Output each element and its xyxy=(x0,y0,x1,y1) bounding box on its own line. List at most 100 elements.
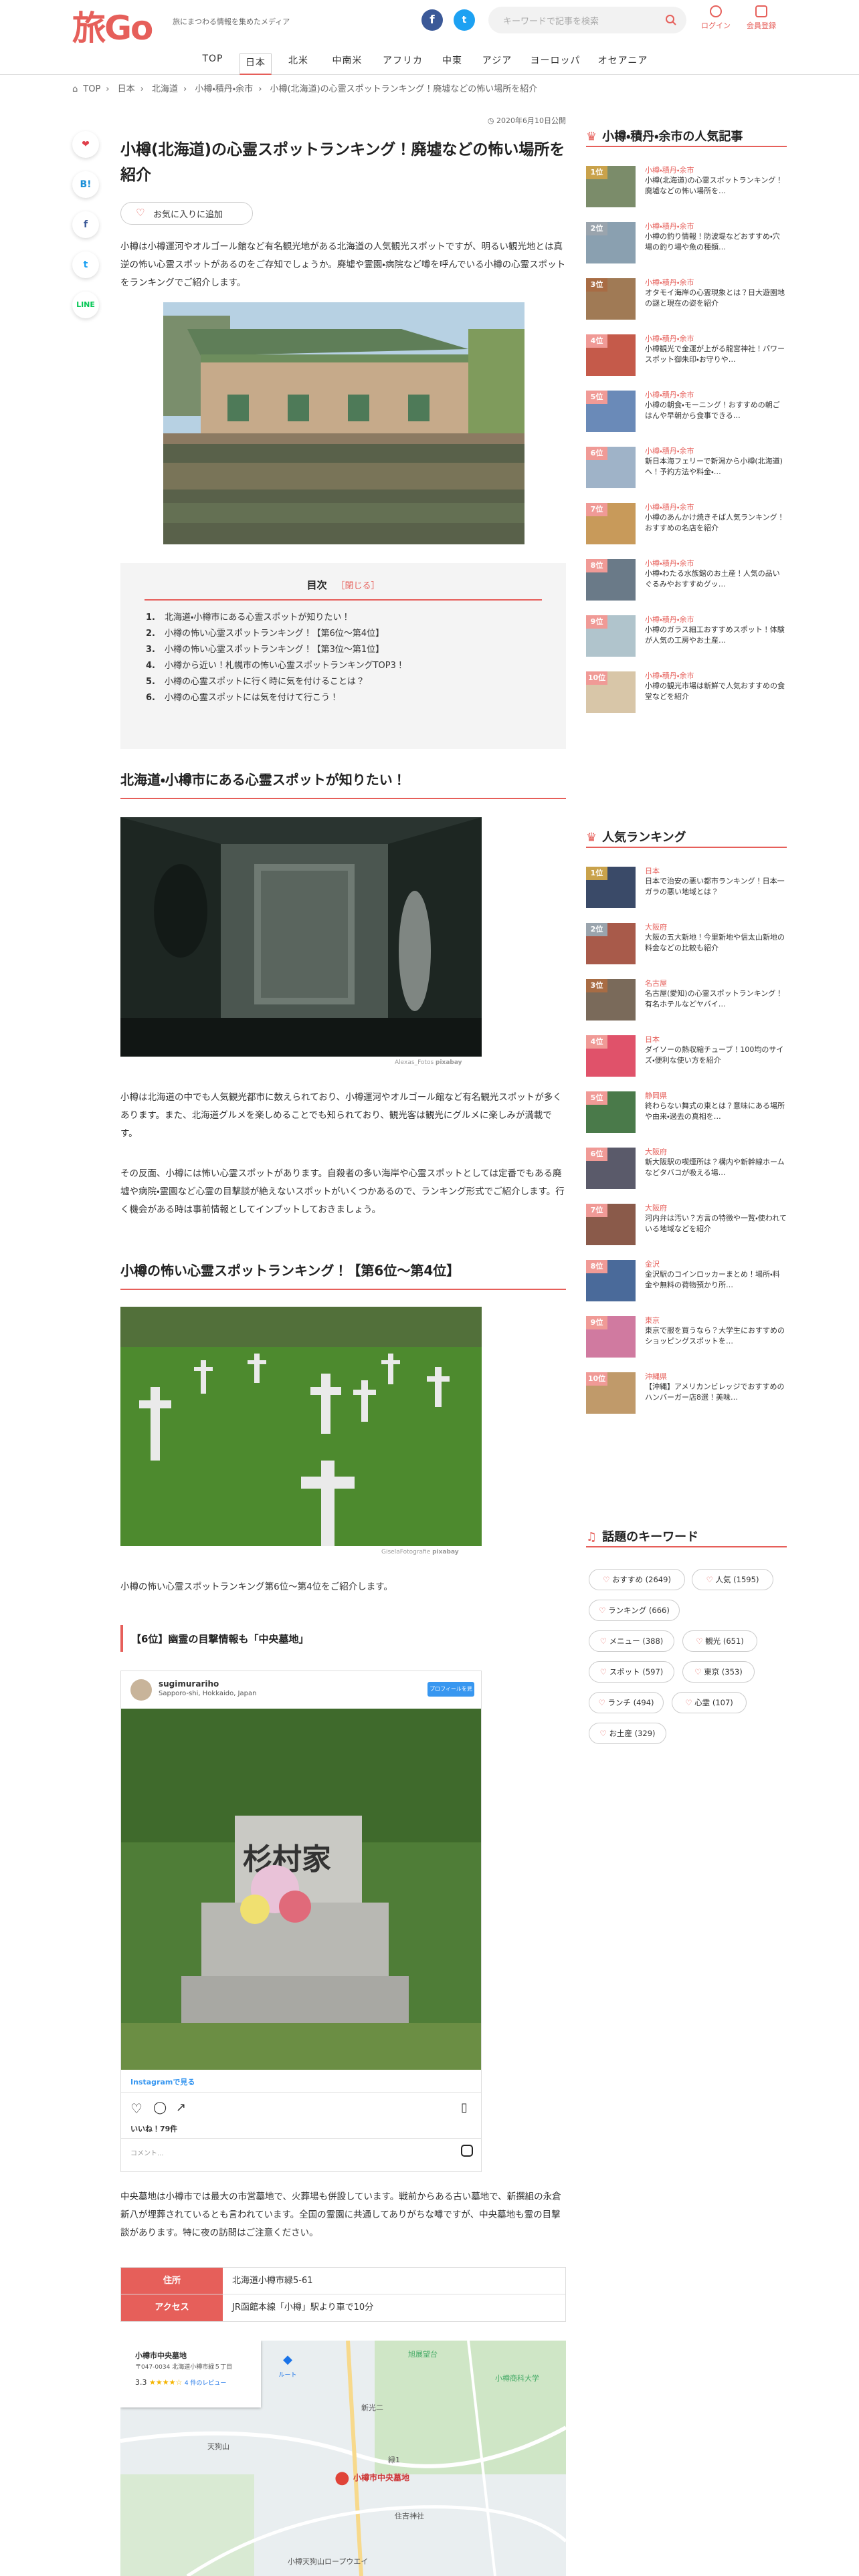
article-category[interactable]: 名古屋 xyxy=(645,978,667,988)
twitter-share-button[interactable]: t xyxy=(72,251,99,278)
article-category[interactable]: 小樽・積丹・余市 xyxy=(645,558,694,568)
sidebar-article-card[interactable]: 2位 大阪府 大阪の五大新地！今里新地や信太山新地の料金などの比較も紹介 xyxy=(586,923,787,964)
sidebar-article-card[interactable]: 3位 名古屋 名古屋(愛知)の心霊スポットランキング！有名ホテルなどヤバイ… xyxy=(586,979,787,1021)
instagram-icon[interactable] xyxy=(461,2145,473,2157)
search-box[interactable]: キーワードで記事を検索 xyxy=(488,7,686,33)
comment-input[interactable]: コメント... xyxy=(130,2147,164,2157)
article-category[interactable]: 小樽・積丹・余市 xyxy=(645,221,694,231)
toc-item[interactable]: 6. 小樽の心霊スポットには気を付けて行こう！ xyxy=(146,690,405,706)
article-title-link[interactable]: 河内弁は汚い？方言の特徴や一覧・使われている地域などを紹介 xyxy=(645,1213,787,1245)
hatena-share-button[interactable]: B! xyxy=(72,171,99,198)
article-title-link[interactable]: 日本で治安の悪い都市ランキング！日本一ガラの悪い地域とは？ xyxy=(645,876,787,908)
sidebar-article-card[interactable]: 6位 小樽・積丹・余市 新日本海フェリーで新潟から小樽(北海道)へ！予約方法や料金・… xyxy=(586,447,787,488)
sidebar-article-card[interactable]: 8位 小樽・積丹・余市 小樽・わたる水族館のお土産！人気の品いぐるみやおすすめグッ… xyxy=(586,559,787,601)
article-category[interactable]: 大阪府 xyxy=(645,1146,667,1157)
line-share-button[interactable]: LINE xyxy=(72,292,99,318)
nav-europe[interactable]: ヨーロッパ xyxy=(526,53,585,75)
article-title-link[interactable]: 小樽観光で金運が上がる龍宮神社！パワースポット御朱印・お守りや… xyxy=(645,344,787,376)
register-button[interactable]: 会員登録 xyxy=(741,5,781,31)
sidebar-article-card[interactable]: 3位 小樽・積丹・余市 オタモイ海岸の心霊現象とは？日大遊園地の謎と現在の姿を紹介 xyxy=(586,278,787,320)
article-category[interactable]: 日本 xyxy=(645,865,660,876)
share-icon[interactable]: ↗ xyxy=(176,2101,186,2115)
article-title-link[interactable]: 終わらない舞式の東とは？意味にある場所や由来・過去の真相を… xyxy=(645,1101,787,1133)
directions-label[interactable]: ルート xyxy=(273,2370,302,2379)
nav-japan[interactable]: 日本 xyxy=(240,53,272,75)
sidebar-article-card[interactable]: 2位 小樽・積丹・余市 小樽の釣り情報！防波堤などおすすめ・穴場の釣り場や魚の種類… xyxy=(586,222,787,263)
article-category[interactable]: 小樽・積丹・余市 xyxy=(645,277,694,288)
sidebar-article-card[interactable]: 1位 日本 日本で治安の悪い都市ランキング！日本一ガラの悪い地域とは？ xyxy=(586,867,787,908)
article-title-link[interactable]: 小樽(北海道)の心霊スポットランキング！廃墟などの怖い場所を… xyxy=(645,175,787,207)
comment-icon[interactable]: ◯ xyxy=(153,2101,167,2115)
login-button[interactable]: ログイン xyxy=(696,5,736,31)
toc-item[interactable]: 3. 小樽の怖い心霊スポットランキング！【第3位〜第1位】 xyxy=(146,642,405,658)
toc-item[interactable]: 5. 小樽の心霊スポットに行く時に気を付けることは？ xyxy=(146,674,405,690)
sidebar-article-card[interactable]: 10位 沖縄県 【沖縄】アメリカンビレッジでおすすめのハンバーガー店8選！美味… xyxy=(586,1372,787,1414)
article-category[interactable]: 静岡県 xyxy=(645,1090,667,1101)
toc-item[interactable]: 2. 小樽の怖い心霊スポットランキング！【第6位〜第4位】 xyxy=(146,626,405,642)
keyword-tag[interactable]: お土産 (329) xyxy=(589,1723,666,1744)
keyword-tag[interactable]: メニュー (388) xyxy=(589,1630,674,1652)
article-title-link[interactable]: 名古屋(愛知)の心霊スポットランキング！有名ホテルなどヤバイ… xyxy=(645,988,787,1021)
map-reviews-link[interactable]: 4 件のレビュー xyxy=(185,2380,227,2387)
breadcrumb-top[interactable]: TOP xyxy=(83,84,100,94)
nav-oceania[interactable]: オセアニア xyxy=(594,53,652,75)
sidebar-article-card[interactable]: 6位 大阪府 新大阪駅の喫煙所は？構内や新幹線ホームなどタバコが吸える場… xyxy=(586,1148,787,1189)
search-input[interactable]: キーワードで記事を検索 xyxy=(503,14,599,27)
article-category[interactable]: 小樽・積丹・余市 xyxy=(645,333,694,344)
sidebar-article-card[interactable]: 7位 大阪府 河内弁は汚い？方言の特徴や一覧・使われている地域などを紹介 xyxy=(586,1204,787,1245)
article-title-link[interactable]: ダイソーの熱収縮チューブ！100均のサイズ・便利な使い方を紹介 xyxy=(645,1045,787,1077)
site-logo[interactable]: 旅Go xyxy=(72,1,153,49)
sidebar-article-card[interactable]: 4位 小樽・積丹・余市 小樽観光で金運が上がる龍宮神社！パワースポット御朱印・お守り… xyxy=(586,334,787,376)
article-title-link[interactable]: 小樽の釣り情報！防波堤などおすすめ・穴場の釣り場や魚の種類… xyxy=(645,231,787,263)
avatar[interactable] xyxy=(130,1679,152,1701)
nav-latin-america[interactable]: 中南米 xyxy=(325,53,369,75)
keyword-tag[interactable]: スポット (597) xyxy=(589,1661,674,1683)
sidebar-article-card[interactable]: 8位 金沢 金沢駅のコインロッカーまとめ！場所・料金や無料の荷物預かり所… xyxy=(586,1260,787,1301)
breadcrumb-otaru[interactable]: 小樽・積丹・余市 xyxy=(195,84,253,94)
toc-toggle[interactable]: ［閉じる］ xyxy=(337,581,380,591)
article-title-link[interactable]: 新大阪駅の喫煙所は？構内や新幹線ホームなどタバコが吸える場… xyxy=(645,1157,787,1189)
article-title-link[interactable]: 東京で服を買うなら？大学生におすすめのショッピングスポットを… xyxy=(645,1325,787,1358)
article-title-link[interactable]: 【沖縄】アメリカンビレッジでおすすめのハンバーガー店8選！美味… xyxy=(645,1382,787,1414)
keyword-tag[interactable]: 東京 (353) xyxy=(682,1661,755,1683)
article-title-link[interactable]: 小樽のガラス細工おすすめスポット！体験が人気の工房やお土産… xyxy=(645,625,787,657)
article-title-link[interactable]: 大阪の五大新地！今里新地や信太山新地の料金などの比較も紹介 xyxy=(645,932,787,964)
article-category[interactable]: 小樽・積丹・余市 xyxy=(645,614,694,625)
article-category[interactable]: 小樽・積丹・余市 xyxy=(645,670,694,681)
directions-icon[interactable]: ◆ xyxy=(280,2353,296,2369)
breadcrumb-hokkaido[interactable]: 北海道 xyxy=(152,84,178,94)
article-category[interactable]: 東京 xyxy=(645,1315,660,1325)
sidebar-article-card[interactable]: 10位 小樽・積丹・余市 小樽の観光市場は新鮮で人気おすすめの食堂などを紹介 xyxy=(586,671,787,713)
article-category[interactable]: 大阪府 xyxy=(645,922,667,932)
view-profile-button[interactable]: プロフィールを見る xyxy=(427,1682,474,1707)
nav-africa[interactable]: アフリカ xyxy=(379,53,427,75)
twitter-icon[interactable]: t xyxy=(454,9,475,31)
home-icon[interactable]: ⌂ xyxy=(72,84,78,94)
sidebar-article-card[interactable]: 7位 小樽・積丹・余市 小樽のあんかけ焼きそば人気ランキング！おすすめの名店を紹介 xyxy=(586,503,787,544)
article-title-link[interactable]: 小樽の観光市場は新鮮で人気おすすめの食堂などを紹介 xyxy=(645,681,787,713)
article-category[interactable]: 小樽・積丹・余市 xyxy=(645,165,694,175)
sidebar-article-card[interactable]: 4位 日本 ダイソーの熱収縮チューブ！100均のサイズ・便利な使い方を紹介 xyxy=(586,1035,787,1077)
article-title-link[interactable]: 小樽の朝食・モーニング！おすすめの朝ごはんや早朝から食事できる… xyxy=(645,400,787,432)
article-category[interactable]: 小樽・積丹・余市 xyxy=(645,502,694,512)
bookmark-icon[interactable]: ▯ xyxy=(461,2101,468,2115)
sidebar-article-card[interactable]: 1位 小樽・積丹・余市 小樽(北海道)の心霊スポットランキング！廃墟などの怖い場所を… xyxy=(586,166,787,207)
instagram-user[interactable]: sugimurariho xyxy=(159,1679,219,1689)
article-title-link[interactable]: 新日本海フェリーで新潟から小樽(北海道)へ！予約方法や料金・… xyxy=(645,456,787,488)
sidebar-article-card[interactable]: 5位 静岡県 終わらない舞式の東とは？意味にある場所や由来・過去の真相を… xyxy=(586,1091,787,1133)
article-category[interactable]: 沖縄県 xyxy=(645,1371,667,1382)
article-title-link[interactable]: 金沢駅のコインロッカーまとめ！場所・料金や無料の荷物預かり所… xyxy=(645,1269,787,1301)
sidebar-article-card[interactable]: 9位 東京 東京で服を買うなら？大学生におすすめのショッピングスポットを… xyxy=(586,1316,787,1358)
keyword-tag[interactable]: ランキング (666) xyxy=(589,1600,680,1621)
article-title-link[interactable]: オタモイ海岸の心霊現象とは？日大遊園地の謎と現在の姿を紹介 xyxy=(645,288,787,320)
instagram-view-link[interactable]: Instagramで見る xyxy=(130,2076,195,2087)
facebook-share-button[interactable]: f xyxy=(72,211,99,238)
article-title-link[interactable]: 小樽のあんかけ焼きそば人気ランキング！おすすめの名店を紹介 xyxy=(645,512,787,544)
sidebar-article-card[interactable]: 9位 小樽・積丹・余市 小樽のガラス細工おすすめスポット！体験が人気の工房やお土産… xyxy=(586,615,787,657)
toc-item[interactable]: 4. 小樽から近い！札幌市の怖い心霊スポットランキングTOP3！ xyxy=(146,658,405,674)
add-favorite-button[interactable]: お気に入りに追加 xyxy=(120,202,253,225)
article-category[interactable]: 小樽・積丹・余市 xyxy=(645,445,694,456)
nav-north-america[interactable]: 北米 xyxy=(281,53,316,75)
nav-top[interactable]: TOP xyxy=(195,53,230,75)
map-pin-icon[interactable]: ● xyxy=(335,2468,350,2488)
